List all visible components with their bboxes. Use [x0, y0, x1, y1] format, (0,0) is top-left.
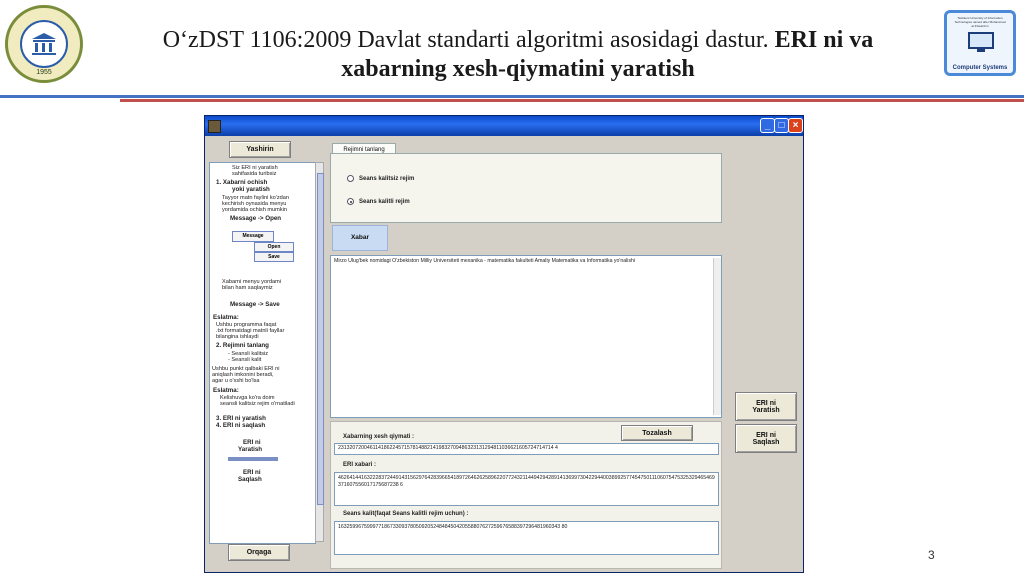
menu-example-open: Open: [254, 242, 294, 252]
button-line: ERI ni: [756, 399, 776, 407]
instruction-heading: Message -> Open: [230, 215, 282, 222]
yashirin-button[interactable]: Yashirin: [229, 141, 291, 158]
instruction-heading: Eslatma:: [213, 387, 239, 394]
eri-label: ERI xabari :: [343, 462, 377, 468]
title-bar: _ □ ×: [205, 116, 803, 136]
hash-value-field[interactable]: 2313207200461141862245715781488214198327…: [334, 443, 719, 455]
instruction-heading: yoki yaratish: [232, 186, 270, 193]
instruction-line: - Seansli kalit: [228, 357, 262, 363]
results-panel: Tozalash Xabarning xesh qiymati : 231320…: [330, 421, 722, 569]
instruction-heading: Eslatma:: [213, 314, 239, 321]
message-textarea[interactable]: Mirzo Ulug'bek nomidagi O'zbekiston Mill…: [330, 255, 722, 418]
instruction-heading: Saqlash: [238, 476, 262, 483]
instructions-panel: Siz ERI ni yaratish sahifasida turibsiz …: [209, 162, 316, 544]
title-regular: O‘zDST 1106:2009 Davlat standarti algori…: [162, 27, 775, 53]
radio-seans-kalitli[interactable]: Seans kalitli rejim: [347, 198, 410, 205]
menu-example-save: Save: [254, 252, 294, 262]
title-bold-2: xabarning xesh-qiymatini yaratish: [341, 56, 695, 82]
instruction-heading: 2. Rejimni tanlang: [216, 342, 269, 349]
eri-yaratish-button[interactable]: ERI ni Yaratish: [735, 392, 797, 421]
instruction-line: agar u o'xshi bo'lsa: [212, 378, 260, 384]
button-line: Saqlash: [752, 438, 780, 446]
instruction-heading: Yaratish: [238, 446, 263, 453]
computer-systems-logo: Tashkent University of Information Techn…: [944, 10, 1016, 76]
app-window: _ □ × Yashirin Siz ERI ni yaratish sahif…: [204, 115, 804, 573]
university-logo: 1955: [5, 5, 83, 83]
close-button[interactable]: ×: [788, 118, 803, 133]
page-number: 3: [928, 548, 935, 562]
instruction-heading: 4. ERI ni saqlash: [216, 422, 266, 429]
minimize-button[interactable]: _: [760, 118, 775, 133]
instructions-scrollbar[interactable]: [315, 162, 324, 542]
header-rule-red: [120, 99, 1024, 102]
eri-value-field[interactable]: 4626414416322283724491431562976428396654…: [334, 472, 719, 506]
radio-dot-selected[interactable]: [347, 198, 354, 205]
menu-example-message: Message: [232, 231, 274, 242]
header-rule-blue: [0, 95, 1024, 98]
instruction-line: sahifasida turibsiz: [232, 171, 277, 177]
monitor-icon: [968, 32, 994, 52]
orqaga-button[interactable]: Orqaga: [228, 544, 290, 561]
app-icon: [208, 120, 221, 133]
button-line: Yaratish: [752, 406, 780, 414]
tozalash-button[interactable]: Tozalash: [621, 425, 693, 441]
radio-label: Seans kalitli rejim: [359, 198, 410, 205]
instruction-line: seansli kalitsiz rejim o'rnatiladi: [220, 401, 295, 407]
hash-label: Xabarning xesh qiymati :: [343, 434, 415, 440]
message-text: Mirzo Ulug'bek nomidagi O'zbekiston Mill…: [334, 258, 636, 264]
hash-value: 2313207200461141862245715781488214198327…: [338, 445, 558, 451]
session-key-label: Seans kalit(faqat Seans kalitli rejim uc…: [343, 511, 469, 517]
scrollbar-thumb[interactable]: [317, 173, 324, 505]
instruction-heading: Message -> Save: [230, 301, 280, 308]
radio-seans-kalitsiz[interactable]: Seans kalitsiz rejim: [347, 175, 414, 182]
session-key-value: 1632599675999771867330937805092052484845…: [338, 524, 568, 530]
logo-caption: Computer Systems: [952, 65, 1008, 71]
eri-value: 4626414416322283724491431562976428396654…: [338, 475, 715, 488]
radio-label: Seans kalitsiz rejim: [359, 175, 415, 182]
button-line: ERI ni: [756, 431, 776, 439]
maximize-button[interactable]: □: [774, 118, 789, 133]
instruction-line: bilan ham saqlaymiz: [222, 285, 273, 291]
logo-small-text: Tashkent University of Information Techn…: [954, 16, 1006, 28]
eri-saqlash-button[interactable]: ERI ni Saqlash: [735, 424, 797, 453]
message-scrollbar[interactable]: [713, 258, 721, 415]
columns-icon: [20, 20, 68, 68]
mode-group: Seans kalitsiz rejim Seans kalitli rejim: [330, 153, 722, 223]
instruction-line: bilangina ishlaydi: [216, 334, 259, 340]
title-bold-1: ERI ni va: [774, 27, 874, 53]
separator-bar: [228, 457, 278, 461]
session-key-field[interactable]: 1632599675999771867330937805092052484845…: [334, 521, 719, 555]
slide-title: O‘zDST 1106:2009 Davlat standarti algori…: [118, 26, 918, 84]
logo-year: 1955: [36, 69, 52, 76]
xabar-header: Xabar: [332, 225, 388, 251]
instruction-line: yordamida ochish mumkin: [222, 207, 287, 213]
radio-dot[interactable]: [347, 175, 354, 182]
